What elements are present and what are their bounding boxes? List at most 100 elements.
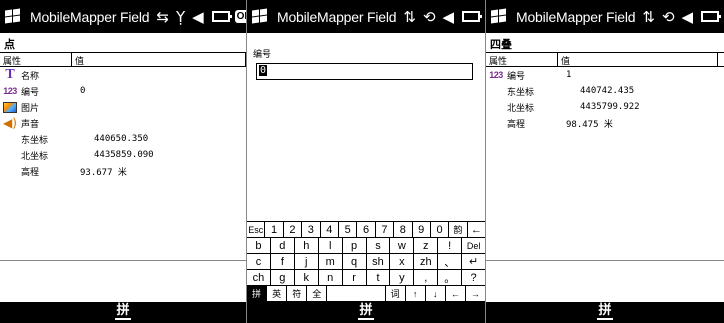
key-backspace[interactable]: ← — [468, 222, 485, 237]
key-pinyin-mode[interactable]: 拼 — [247, 286, 268, 301]
attribute-value: 98.475 米 — [566, 119, 613, 130]
volume-icon[interactable]: ◀ — [192, 8, 204, 26]
column-header-value[interactable]: 值 — [72, 53, 246, 67]
key-x[interactable]: x — [390, 254, 415, 269]
ok-button[interactable]: OK — [234, 10, 246, 23]
key-j[interactable]: j — [295, 254, 319, 269]
table-row[interactable]: 123 编号 0 — [0, 83, 246, 99]
table-row[interactable]: 东坐标 440650.350 — [0, 131, 246, 147]
key-1[interactable]: 1 — [265, 222, 284, 237]
key-6[interactable]: 6 — [357, 222, 376, 237]
battery-icon[interactable] — [701, 11, 722, 22]
column-header-attribute[interactable]: 属性 — [0, 53, 72, 67]
sync-icon[interactable]: ⟲ — [662, 8, 675, 26]
number-field-icon: 123 — [489, 70, 503, 80]
key-w[interactable]: w — [390, 238, 415, 253]
key-7[interactable]: 7 — [376, 222, 395, 237]
key-phrase[interactable]: 词 — [386, 286, 406, 301]
number-input[interactable]: 0 — [256, 63, 473, 80]
key-5[interactable]: 5 — [339, 222, 358, 237]
volume-icon[interactable]: ◀ — [682, 8, 694, 26]
divider — [486, 260, 724, 261]
key-z[interactable]: z — [414, 238, 439, 253]
number-field-icon: 123 — [3, 86, 17, 96]
key-d[interactable]: d — [271, 238, 295, 253]
sync-icon[interactable]: ⟲ — [423, 8, 436, 26]
connectivity-icon[interactable]: ⇆ — [156, 8, 169, 26]
input-method-button[interactable]: 拼 — [115, 304, 131, 320]
key-0[interactable]: 0 — [431, 222, 450, 237]
battery-icon[interactable] — [462, 11, 483, 22]
column-header-value[interactable]: 值 — [558, 53, 718, 67]
table-row[interactable]: 高程 93.677 米 — [0, 163, 246, 179]
key-exclaim[interactable]: ! — [438, 238, 463, 253]
title-bar: MobileMapper Field ⇅ ⟲ ◀ OK — [486, 0, 724, 33]
key-zh[interactable]: zh — [414, 254, 439, 269]
key-question[interactable]: ? — [462, 270, 485, 285]
key-q[interactable]: q — [343, 254, 367, 269]
attribute-label: 东坐标 — [21, 135, 49, 146]
key-8[interactable]: 8 — [394, 222, 413, 237]
signal-off-icon[interactable]: Ỵ — [176, 8, 185, 26]
keyboard-row: b d h l p s w z ! Del — [247, 238, 485, 254]
key-comma[interactable]: , — [414, 270, 439, 285]
key-fullwidth-mode[interactable]: 全 — [307, 286, 328, 301]
table-row[interactable]: 图片 — [0, 99, 246, 115]
key-left[interactable]: ← — [446, 286, 466, 301]
start-menu-icon[interactable] — [490, 8, 508, 25]
table-row[interactable]: T 名称 — [0, 67, 246, 83]
battery-icon[interactable] — [211, 11, 232, 22]
table-row[interactable]: 北坐标 4435799.922 — [486, 99, 724, 115]
key-s[interactable]: s — [367, 238, 391, 253]
table-row[interactable]: 北坐标 4435859.090 — [0, 147, 246, 163]
input-method-button[interactable]: 拼 — [358, 304, 374, 320]
table-row[interactable]: 东坐标 440742.435 — [486, 83, 724, 99]
key-right[interactable]: → — [466, 286, 485, 301]
key-english-mode[interactable]: 英 — [267, 286, 288, 301]
key-finals[interactable]: 韵 — [449, 222, 468, 237]
table-row[interactable]: ◀) 声音 — [0, 115, 246, 131]
input-method-button[interactable]: 拼 — [597, 304, 613, 320]
key-enum-comma[interactable]: 、 — [438, 254, 463, 269]
menu-bar: 拼 — [0, 302, 246, 323]
key-ch[interactable]: ch — [247, 270, 271, 285]
key-g[interactable]: g — [271, 270, 295, 285]
key-n[interactable]: n — [319, 270, 343, 285]
key-y[interactable]: y — [390, 270, 415, 285]
start-menu-icon[interactable] — [251, 8, 269, 25]
key-c[interactable]: c — [247, 254, 271, 269]
key-enter[interactable]: ↵ — [462, 254, 485, 269]
key-symbol-mode[interactable]: 符 — [287, 286, 308, 301]
key-space[interactable] — [327, 286, 386, 301]
key-up[interactable]: ↑ — [406, 286, 426, 301]
key-2[interactable]: 2 — [284, 222, 303, 237]
connectivity-icon[interactable]: ⇅ — [403, 8, 416, 26]
key-h[interactable]: h — [295, 238, 319, 253]
key-l[interactable]: l — [319, 238, 343, 253]
key-esc[interactable]: Esc — [247, 222, 266, 237]
key-f[interactable]: f — [271, 254, 295, 269]
volume-icon[interactable]: ◀ — [443, 8, 455, 26]
key-period[interactable]: 。 — [438, 270, 463, 285]
table-row[interactable]: 123 编号 1 — [486, 67, 724, 83]
keyboard-row: ch g k n r t y , 。 ? — [247, 270, 485, 286]
column-header-attribute[interactable]: 属性 — [486, 53, 558, 67]
key-k[interactable]: k — [295, 270, 319, 285]
key-delete[interactable]: Del — [462, 238, 485, 253]
key-p[interactable]: p — [343, 238, 367, 253]
start-menu-icon[interactable] — [4, 8, 22, 25]
table-row[interactable]: 高程 98.475 米 — [486, 115, 724, 131]
field-label: 编号 — [253, 50, 272, 60]
text-field-icon: T — [5, 67, 15, 82]
key-9[interactable]: 9 — [413, 222, 431, 237]
key-t[interactable]: t — [367, 270, 391, 285]
screen-edit-number: MobileMapper Field ⇅ ⟲ ◀ OK 编号 0 Esc 1 2… — [246, 0, 485, 323]
connectivity-icon[interactable]: ⇅ — [642, 8, 655, 26]
key-m[interactable]: m — [319, 254, 343, 269]
key-3[interactable]: 3 — [302, 222, 321, 237]
key-down[interactable]: ↓ — [426, 286, 446, 301]
key-4[interactable]: 4 — [321, 222, 339, 237]
key-r[interactable]: r — [343, 270, 367, 285]
key-b[interactable]: b — [247, 238, 271, 253]
key-sh[interactable]: sh — [367, 254, 391, 269]
